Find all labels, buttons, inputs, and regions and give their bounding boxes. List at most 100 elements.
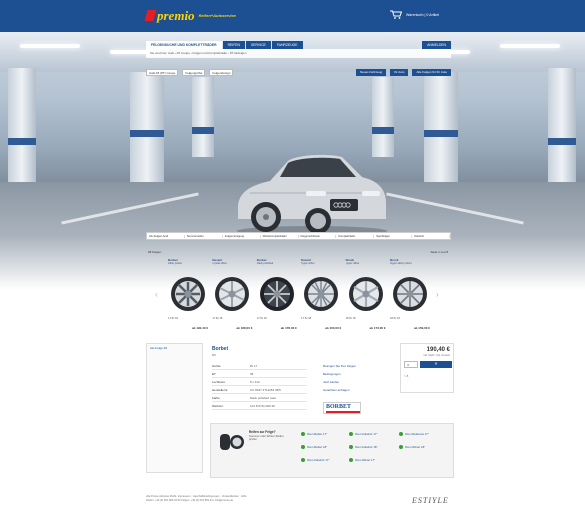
accessory-link[interactable]: Ihren Reifenset 17" [399, 432, 429, 436]
spec-key: Werksnr. [212, 403, 224, 408]
product-link[interactable]: Bedingungen [323, 370, 393, 378]
wheel-card[interactable]: Brock Hyper silber 18 8x 18 ab 173,00 € [346, 258, 386, 334]
premio-logo[interactable]: premio Reifen+Autoservice [144, 8, 237, 22]
pillar [8, 68, 36, 188]
vehicle-select[interactable]: Audi A5 (8T) Coupe [146, 68, 179, 76]
your-car-button[interactable]: Ihr Auto [390, 68, 409, 76]
accessory-link[interactable]: Ihren Zubehör 18" [349, 445, 377, 449]
wheel-design-select[interactable]: Felgendesign [209, 68, 234, 76]
breadcrumb: Sie sind hier: Audi › A5 Coupe › Felgen … [146, 49, 451, 58]
wheel-image [392, 277, 427, 311]
spec-row: Farbe black polished matt [212, 394, 307, 402]
availability-label: > 8 [404, 374, 409, 378]
new-vehicle-button[interactable]: Neues Fahrzeug [355, 68, 387, 76]
spec-value: 8x 17 [250, 363, 258, 368]
accessory-link[interactable]: Ihren Zubehör 17" [301, 458, 329, 462]
wheel-price: ab 168,00 € [236, 326, 253, 330]
tab-wheel-search[interactable]: FELGENSUCHE UND KOMPLETTRÄDER [146, 41, 222, 49]
all-wheels-button[interactable]: Alle Felgen für Ihr Auto [412, 68, 451, 76]
carousel-next-icon[interactable]: › [436, 290, 439, 299]
wheel-image [171, 277, 205, 311]
ceiling-light [500, 44, 560, 48]
sidebar: Alu-Felge A5 [146, 343, 203, 473]
spec-value: 35 [250, 371, 254, 376]
filter-row: Audi A5 (8T) Coupe Felgengröße Felgendes… [146, 68, 451, 76]
product-link[interactable]: Gutachten anfragen [323, 386, 393, 394]
footer-logo: ESTIYLE [412, 496, 449, 505]
results-header: 28 Felgen Seite 1 von 8 [148, 250, 448, 256]
category-bar: Alu-Felgen Audi Sommerreifen Felgenreini… [146, 232, 451, 240]
price-note: inkl. MwSt. zzgl. Versand [423, 354, 450, 357]
wheel-name: Hyper-silber poliert [389, 262, 412, 265]
accessory-link[interactable]: Ihren Winter 17" [349, 458, 375, 462]
results-count: 28 Felgen [148, 250, 162, 254]
category-item[interactable]: Felgenreinigung [223, 234, 261, 238]
tab-tires[interactable]: REIFEN [222, 41, 245, 49]
accessory-link[interactable]: Ihren Zubehör 17" [349, 432, 377, 436]
spec-value: 5 x 112 [250, 379, 260, 384]
wheel-spec: 17 8x 18 [256, 317, 267, 320]
check-icon [349, 445, 353, 449]
quantity-input[interactable]: 4 [404, 361, 418, 368]
sidebar-title[interactable]: Alu-Felge A5 [147, 344, 202, 352]
spec-row: Größe 8x 17 [212, 362, 307, 370]
accessory-link[interactable]: Ihren Winter 18" [399, 445, 425, 449]
product-title: Borbet [212, 346, 229, 352]
wheel-image [348, 277, 383, 311]
price-box: 190,40 € inkl. MwSt. zzgl. Versand 4 » >… [400, 343, 454, 393]
spec-key: Farbe [212, 395, 220, 400]
carousel-prev-icon[interactable]: ‹ [155, 290, 158, 299]
check-icon [301, 445, 305, 449]
spec-value: 101 8 0711 000 30 [250, 403, 275, 408]
category-item[interactable]: Alu-Felgen Audi [147, 234, 185, 238]
ceiling-light [20, 44, 80, 48]
shopping-cart-icon[interactable] [390, 10, 402, 19]
spec-row: Herstellernr. CC 8017 4711253 35/5 [212, 386, 307, 394]
login-button[interactable]: ANMELDEN [422, 41, 451, 49]
wheel-card[interactable]: Borbet silber poliert 17 8x 18 ab 190,40… [168, 258, 208, 334]
wheel-image [215, 277, 250, 311]
footer-contact: Reifen: +49 (0) 661 869 34 50 Felgen: +4… [146, 499, 234, 502]
wheel-spec: 17 8x 18 [168, 317, 178, 320]
category-item[interactable]: Sportfelgen [374, 234, 413, 238]
category-item[interactable]: Sommerreifen [185, 234, 223, 238]
accessories-text: Sommer oder Winter Reifen prüfen [249, 434, 284, 442]
tab-service[interactable]: SERVICE [246, 41, 271, 49]
category-item[interactable]: Felgenschlösser [299, 234, 337, 238]
wheel-card[interactable]: Dezent hyper silber 17 8x 18 ab 160,00 € [301, 258, 341, 334]
wheel-image [259, 277, 294, 311]
category-item[interactable]: Zubehör [412, 234, 450, 238]
logo-subtitle: Reifen+Autoservice [198, 12, 237, 18]
wheel-spec: 18 8x 18 [345, 317, 356, 320]
accessory-link[interactable]: Ihren Reifen 17" [301, 432, 327, 436]
add-to-cart-button[interactable]: » [420, 361, 452, 368]
spec-key: Herstellernr. [212, 387, 229, 392]
check-icon [301, 458, 305, 462]
tab-vehicles[interactable]: FAHRZEUGE [271, 41, 303, 49]
category-item[interactable]: Kompletträder [336, 234, 375, 238]
category-item[interactable]: Winterkompletträder [261, 234, 299, 238]
product-subtitle: BS [212, 353, 217, 357]
wheel-card[interactable]: Brock Hyper-silber poliert 18 8x 18 ab 1… [390, 258, 430, 334]
wheel-card[interactable]: Borbet black polished 17 8x 18 ab 178,00… [257, 258, 297, 334]
pillar [192, 77, 214, 157]
spec-key: Größe [212, 363, 221, 368]
wheel-name: black polished [256, 262, 274, 265]
check-icon [399, 445, 403, 449]
product-link[interactable]: Reinigen Sie Ihre Felgen [323, 362, 393, 370]
pagination-label[interactable]: Seite 1 von 8 [430, 250, 448, 254]
logo-mark [144, 9, 157, 21]
wheel-carousel: Borbet silber poliert 17 8x 18 ab 190,40… [168, 258, 430, 334]
accessory-link[interactable]: Ihren Reifen 18" [301, 445, 327, 449]
pillar [372, 77, 394, 157]
check-icon [349, 458, 353, 462]
wheel-image [304, 277, 339, 311]
wheel-card[interactable]: Dezent crystal silber 17 8x 18 ab 168,00… [212, 258, 252, 334]
wheel-spec: 17 8x 18 [212, 317, 223, 320]
check-icon [301, 432, 305, 436]
product-price: 190,40 € [426, 347, 450, 353]
cart-label[interactable]: Warenkorb | 0 Artikel [406, 13, 439, 17]
wheel-size-select[interactable]: Felgengröße [182, 68, 206, 76]
product-link[interactable]: Jetzt kaufen [323, 378, 393, 386]
pillar [424, 72, 458, 187]
